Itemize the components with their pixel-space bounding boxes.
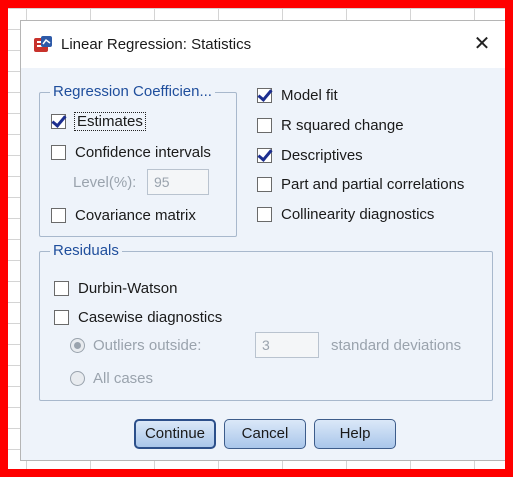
casewise-checkbox-row[interactable]: Casewise diagnostics [54, 306, 222, 328]
help-button[interactable]: Help [314, 419, 396, 449]
level-input[interactable]: 95 [147, 169, 209, 195]
durbin-watson-label: Durbin-Watson [78, 279, 178, 297]
r-squared-change-checkbox[interactable] [257, 117, 272, 133]
collinearity-checkbox[interactable] [257, 206, 272, 222]
part-partial-label: Part and partial correlations [281, 175, 465, 193]
outliers-outside-radio-row[interactable]: Outliers outside: [70, 334, 201, 356]
durbin-watson-checkbox-row[interactable]: Durbin-Watson [54, 277, 177, 299]
spss-regression-icon [34, 36, 52, 52]
confidence-intervals-checkbox-row[interactable]: Confidence intervals [51, 141, 211, 163]
residuals-legend: Residuals [50, 242, 122, 259]
dialog-title: Linear Regression: Statistics [61, 36, 252, 53]
level-label: Level(%): [73, 174, 137, 191]
descriptives-checkbox[interactable] [257, 147, 272, 163]
estimates-checkbox-row[interactable]: Estimates [51, 110, 146, 132]
covariance-matrix-checkbox-row[interactable]: Covariance matrix [51, 204, 196, 226]
estimates-label: Estimates [74, 111, 146, 131]
regression-coefficients-legend: Regression Coefficien... [50, 83, 215, 100]
outliers-outside-label: Outliers outside: [93, 336, 202, 354]
model-fit-label: Model fit [281, 86, 338, 104]
model-fit-checkbox[interactable] [257, 87, 272, 103]
casewise-label: Casewise diagnostics [78, 308, 223, 326]
r-squared-change-checkbox-row[interactable]: R squared change [257, 114, 404, 136]
confidence-intervals-label: Confidence intervals [75, 143, 211, 161]
descriptives-checkbox-row[interactable]: Descriptives [257, 144, 363, 166]
all-cases-label: All cases [93, 369, 154, 387]
cancel-button[interactable]: Cancel [224, 419, 306, 449]
standard-deviations-label: standard deviations [331, 337, 462, 354]
continue-button[interactable]: Continue [134, 419, 216, 449]
confidence-intervals-checkbox[interactable] [51, 144, 66, 160]
casewise-checkbox[interactable] [54, 309, 69, 325]
covariance-matrix-label: Covariance matrix [75, 206, 196, 224]
part-partial-checkbox[interactable] [257, 176, 272, 192]
collinearity-label: Collinearity diagnostics [281, 205, 435, 223]
all-cases-radio[interactable] [70, 370, 85, 386]
covariance-matrix-checkbox[interactable] [51, 207, 66, 223]
estimates-checkbox[interactable] [51, 113, 66, 129]
model-fit-checkbox-row[interactable]: Model fit [257, 84, 338, 106]
title-bar: Linear Regression: Statistics ✕ [21, 21, 505, 68]
close-button[interactable]: ✕ [467, 31, 497, 57]
r-squared-change-label: R squared change [281, 116, 404, 134]
durbin-watson-checkbox[interactable] [54, 280, 69, 296]
outliers-value-input[interactable]: 3 [255, 332, 319, 358]
close-icon: ✕ [473, 33, 491, 55]
collinearity-checkbox-row[interactable]: Collinearity diagnostics [257, 203, 434, 225]
part-partial-checkbox-row[interactable]: Part and partial correlations [257, 173, 464, 195]
all-cases-radio-row[interactable]: All cases [70, 367, 153, 389]
descriptives-label: Descriptives [281, 146, 363, 164]
linear-regression-statistics-dialog: Linear Regression: Statistics ✕ Regressi… [20, 20, 506, 461]
outliers-outside-radio[interactable] [70, 337, 85, 353]
